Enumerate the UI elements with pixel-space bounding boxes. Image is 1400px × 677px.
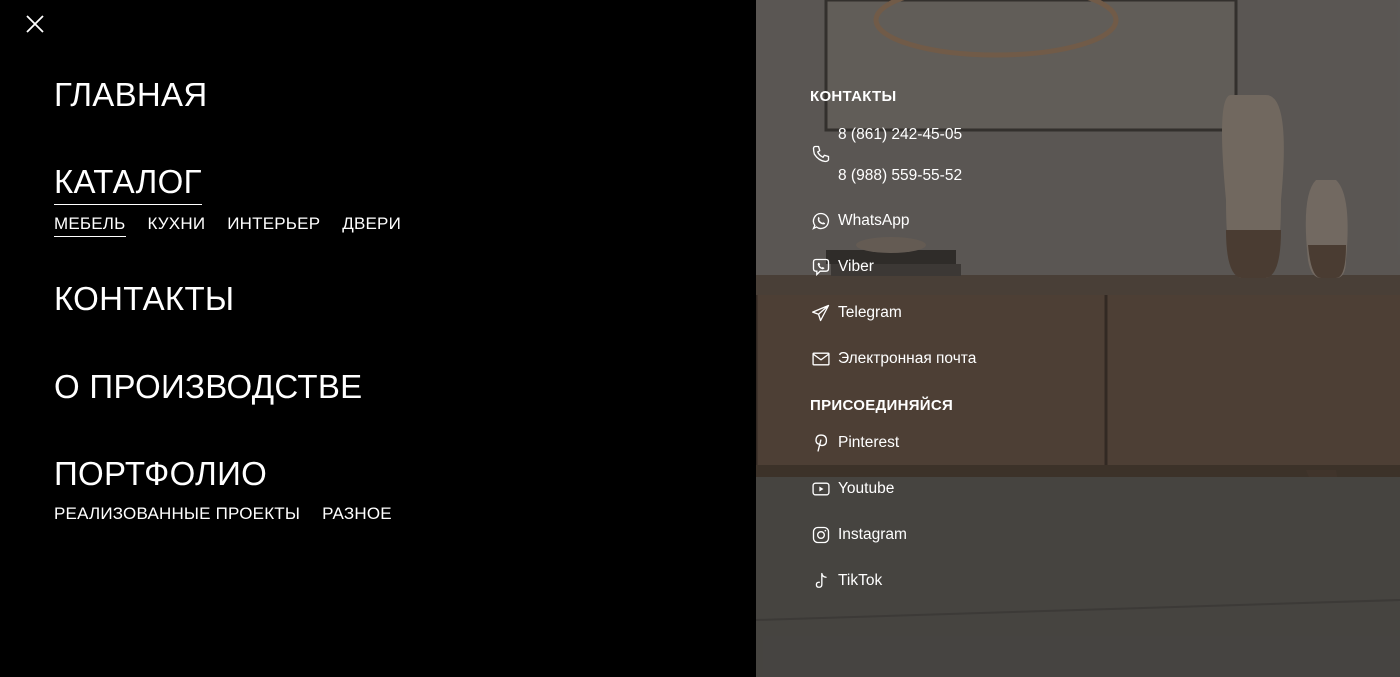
pinterest-link[interactable]: Pinterest: [811, 433, 899, 453]
instagram-icon: [811, 525, 831, 545]
telegram-link[interactable]: Telegram: [811, 303, 902, 323]
instagram-link[interactable]: Instagram: [811, 525, 907, 545]
tiktok-icon: [811, 571, 831, 591]
youtube-icon: [811, 479, 831, 499]
viber-link[interactable]: Viber: [811, 257, 874, 277]
subnav-kitchens[interactable]: КУХНИ: [148, 214, 206, 237]
pinterest-icon: [811, 433, 831, 453]
viber-icon: [811, 257, 831, 277]
tiktok-link[interactable]: TikTok: [811, 571, 882, 591]
phone-icon: [811, 144, 831, 164]
contacts-panel: КОНТАКТЫ 8 (861) 242-45-05 8 (988) 559-5…: [756, 0, 1400, 677]
join-title: ПРИСОЕДИНЯЙСЯ: [810, 397, 954, 414]
close-icon[interactable]: [23, 12, 47, 36]
whatsapp-link[interactable]: WhatsApp: [811, 211, 910, 231]
phone-link-1[interactable]: 8 (861) 242-45-05: [838, 126, 962, 144]
subnav-furniture[interactable]: МЕБЕЛЬ: [54, 214, 126, 237]
subnav-doors[interactable]: ДВЕРИ: [342, 214, 401, 237]
email-icon: [811, 349, 831, 369]
instagram-label: Instagram: [838, 526, 907, 543]
subnav-projects[interactable]: РЕАЛИЗОВАННЫЕ ПРОЕКТЫ: [54, 504, 300, 524]
catalog-subnav: МЕБЕЛЬ КУХНИ ИНТЕРЬЕР ДВЕРИ: [54, 214, 401, 237]
menu-panel: ГЛАВНАЯ КАТАЛОГ МЕБЕЛЬ КУХНИ ИНТЕРЬЕР ДВ…: [0, 0, 756, 677]
email-link[interactable]: Электронная почта: [811, 349, 976, 369]
viber-label: Viber: [838, 258, 874, 275]
telegram-label: Telegram: [838, 304, 902, 321]
email-label: Электронная почта: [838, 350, 977, 367]
youtube-label: Youtube: [838, 480, 895, 497]
subnav-interior[interactable]: ИНТЕРЬЕР: [227, 214, 320, 237]
portfolio-subnav: РЕАЛИЗОВАННЫЕ ПРОЕКТЫ РАЗНОЕ: [54, 504, 392, 524]
contacts-title: КОНТАКТЫ: [810, 88, 897, 105]
nav-production[interactable]: О ПРОИЗВОДСТВЕ: [54, 369, 362, 405]
nav-contacts[interactable]: КОНТАКТЫ: [54, 281, 234, 317]
nav-catalog[interactable]: КАТАЛОГ: [54, 164, 202, 205]
pinterest-label: Pinterest: [838, 434, 900, 451]
telegram-icon: [811, 303, 831, 323]
whatsapp-icon: [811, 211, 831, 231]
whatsapp-label: WhatsApp: [838, 212, 910, 229]
nav-home[interactable]: ГЛАВНАЯ: [54, 77, 207, 113]
nav-portfolio[interactable]: ПОРТФОЛИО: [54, 456, 267, 492]
tiktok-label: TikTok: [838, 572, 883, 589]
phone-link-2[interactable]: 8 (988) 559-55-52: [838, 167, 962, 185]
youtube-link[interactable]: Youtube: [811, 479, 894, 499]
subnav-misc[interactable]: РАЗНОЕ: [322, 504, 392, 524]
